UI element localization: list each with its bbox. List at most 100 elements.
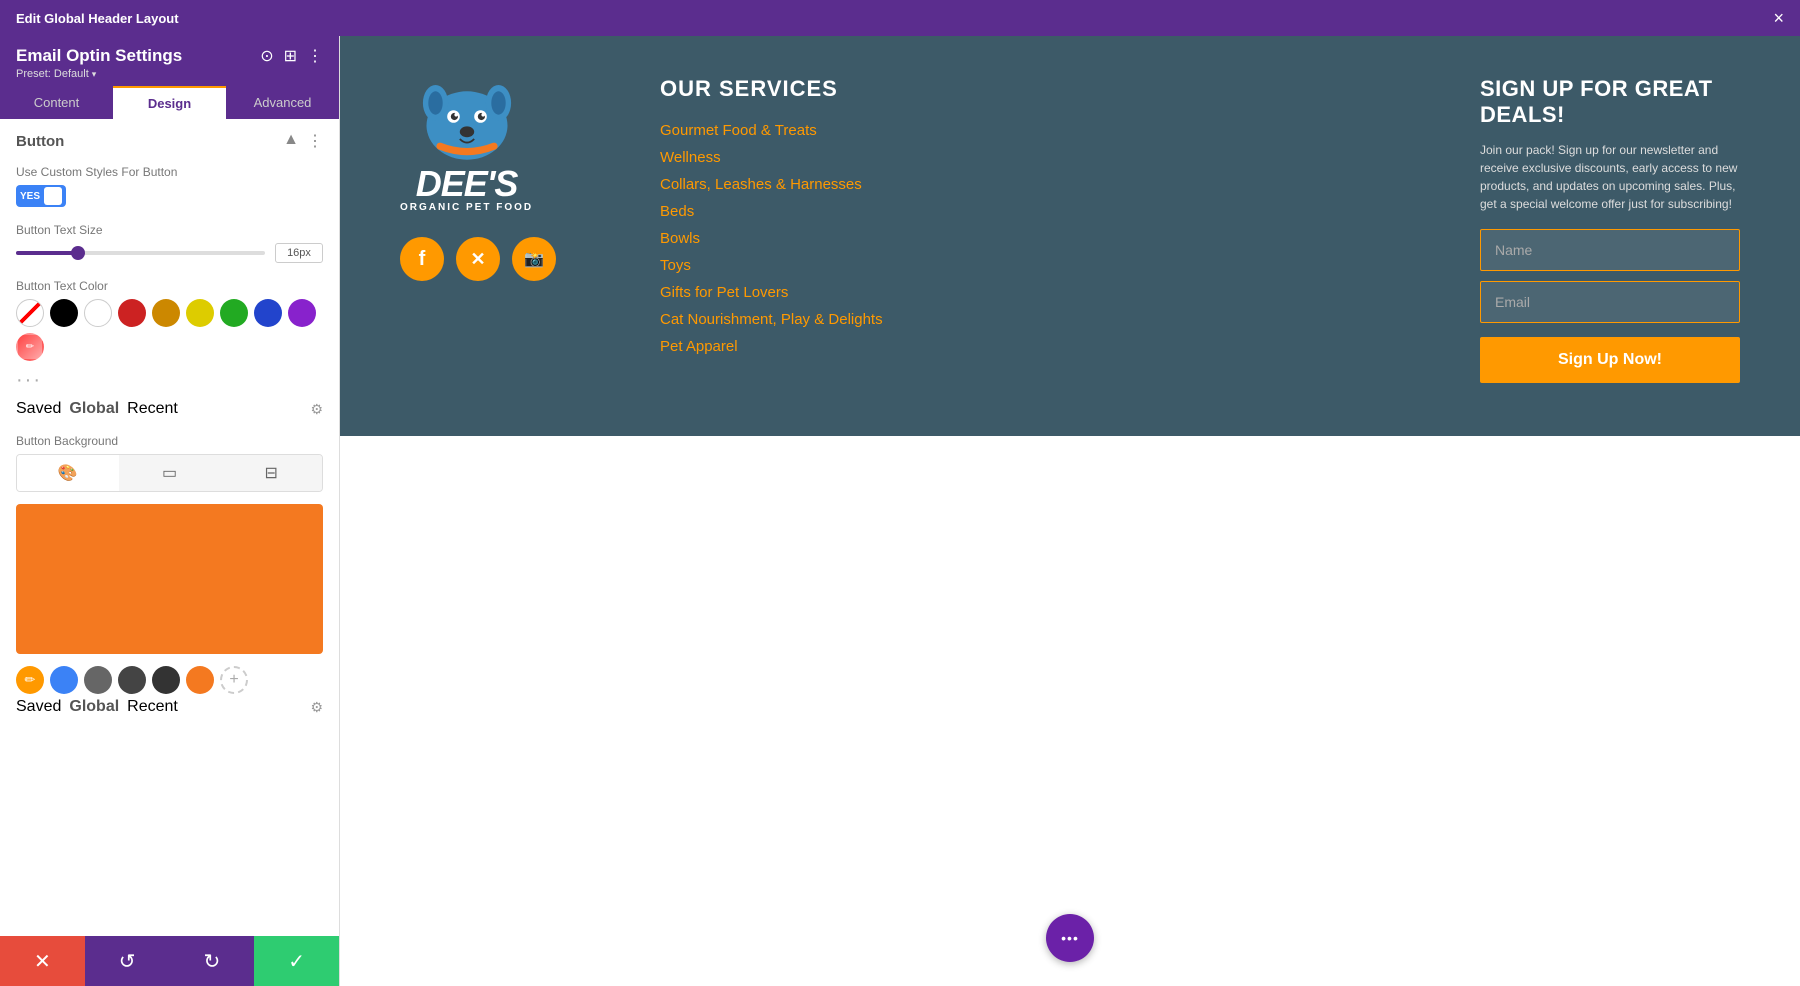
bottom-swatch-gray2[interactable] bbox=[118, 666, 146, 694]
preview-area: Dee's ORGANIC PET FOOD f ✕ 📸 bbox=[340, 36, 1800, 986]
swatch-orange[interactable] bbox=[152, 299, 180, 327]
bg-type-color[interactable]: 🎨 bbox=[17, 455, 119, 491]
custom-styles-toggle[interactable]: YES bbox=[16, 185, 66, 207]
bottom-swatch-gray3[interactable] bbox=[152, 666, 180, 694]
bg-type-selector: 🎨 ▭ ⊟ bbox=[16, 454, 323, 492]
section-collapse-icon[interactable]: ▲ bbox=[283, 131, 299, 151]
service-item-3[interactable]: Collars, Leashes & Harnesses bbox=[660, 176, 1420, 193]
top-bar-close-button[interactable]: × bbox=[1773, 9, 1784, 27]
twitter-icon[interactable]: ✕ bbox=[456, 237, 500, 281]
logo-container: Dee's ORGANIC PET FOOD bbox=[400, 76, 533, 213]
newsletter-description: Join our pack! Sign up for our newslette… bbox=[1480, 141, 1740, 213]
text-color-setting: Button Text Color ✏ ··· bbox=[16, 279, 323, 418]
panel-header-icons: ⊙ ⊞ ⋮ bbox=[260, 46, 323, 66]
service-item-2[interactable]: Wellness bbox=[660, 149, 1420, 166]
top-bar-title: Edit Global Header Layout bbox=[16, 11, 179, 26]
tab-content[interactable]: Content bbox=[0, 86, 113, 119]
slider-row bbox=[16, 243, 323, 263]
custom-styles-setting: Use Custom Styles For Button YES bbox=[16, 165, 323, 207]
section-title-button: Button bbox=[16, 133, 64, 150]
swatch-purple[interactable] bbox=[288, 299, 316, 327]
newsletter-signup-button[interactable]: Sign Up Now! bbox=[1480, 337, 1740, 383]
swatch-green[interactable] bbox=[220, 299, 248, 327]
swatch-transparent[interactable] bbox=[16, 299, 44, 327]
bg-recent-label: Recent bbox=[127, 698, 178, 716]
swatch-blue[interactable] bbox=[254, 299, 282, 327]
left-panel: Email Optin Settings ⊙ ⊞ ⋮ Preset: Defau… bbox=[0, 36, 340, 986]
logo-text: Dee's bbox=[416, 166, 518, 202]
tab-advanced[interactable]: Advanced bbox=[226, 86, 339, 119]
newsletter-email-input[interactable] bbox=[1480, 281, 1740, 323]
service-item-4[interactable]: Beds bbox=[660, 203, 1420, 220]
service-item-1[interactable]: Gourmet Food & Treats bbox=[660, 122, 1420, 139]
bg-label: Button Background bbox=[16, 434, 323, 448]
slider-track[interactable] bbox=[16, 251, 265, 255]
save-button[interactable]: ✓ bbox=[254, 936, 339, 986]
instagram-label: 📸 bbox=[524, 249, 544, 269]
bg-type-gradient[interactable]: ▭ bbox=[119, 455, 221, 491]
tab-design[interactable]: Design bbox=[113, 86, 226, 119]
toggle-wrapper: YES bbox=[16, 185, 323, 207]
newsletter-title: SIGN UP FOR GREAT DEALS! bbox=[1480, 76, 1740, 129]
facebook-icon[interactable]: f bbox=[400, 237, 444, 281]
more-icon-button[interactable]: ⋮ bbox=[307, 46, 323, 66]
slider-value-input[interactable] bbox=[275, 243, 323, 263]
main-layout: Email Optin Settings ⊙ ⊞ ⋮ Preset: Defau… bbox=[0, 36, 1800, 986]
text-color-label: Button Text Color bbox=[16, 279, 323, 293]
bottom-swatch-orange[interactable] bbox=[186, 666, 214, 694]
global-label-text: Global bbox=[69, 400, 119, 418]
bg-saved-label: Saved bbox=[16, 698, 61, 716]
facebook-label: f bbox=[419, 248, 426, 271]
text-size-setting: Button Text Size bbox=[16, 223, 323, 263]
text-size-label: Button Text Size bbox=[16, 223, 323, 237]
toggle-yes-label: YES bbox=[20, 191, 40, 202]
swatch-black[interactable] bbox=[50, 299, 78, 327]
service-item-5[interactable]: Bowls bbox=[660, 230, 1420, 247]
service-item-6[interactable]: Toys bbox=[660, 257, 1420, 274]
bg-color-display[interactable] bbox=[16, 504, 323, 654]
swatch-settings-icon[interactable]: ⚙ bbox=[310, 401, 323, 418]
newsletter-name-input[interactable] bbox=[1480, 229, 1740, 271]
panel-preset[interactable]: Preset: Default ▾ bbox=[16, 68, 323, 80]
recent-label-text: Recent bbox=[127, 400, 178, 418]
preset-label: Preset: Default bbox=[16, 68, 89, 80]
bg-settings-icon[interactable]: ⚙ bbox=[310, 699, 323, 716]
undo-button[interactable]: ↺ bbox=[85, 936, 170, 986]
panel-tabs: Content Design Advanced bbox=[0, 86, 339, 119]
saved-label-text: Saved bbox=[16, 400, 61, 418]
bottom-color-row: ✏ + bbox=[16, 666, 323, 694]
newsletter-section: SIGN UP FOR GREAT DEALS! Join our pack! … bbox=[1480, 76, 1740, 396]
logo-svg bbox=[412, 76, 522, 166]
preset-chevron: ▾ bbox=[92, 69, 97, 80]
service-item-8[interactable]: Cat Nourishment, Play & Delights bbox=[660, 311, 1420, 328]
swatch-pencil[interactable]: ✏ bbox=[16, 333, 44, 361]
section-more-icon[interactable]: ⋮ bbox=[307, 131, 323, 151]
instagram-icon[interactable]: 📸 bbox=[512, 237, 556, 281]
services-list: Gourmet Food & Treats Wellness Collars, … bbox=[660, 122, 1420, 355]
swatch-yellow[interactable] bbox=[186, 299, 214, 327]
twitter-label: ✕ bbox=[470, 249, 485, 270]
swatch-white[interactable] bbox=[84, 299, 112, 327]
layout-icon-button[interactable]: ⊞ bbox=[284, 46, 297, 66]
footer-preview: Dee's ORGANIC PET FOOD f ✕ 📸 bbox=[340, 36, 1800, 436]
target-icon-button[interactable]: ⊙ bbox=[260, 46, 273, 66]
bottom-swatch-gray1[interactable] bbox=[84, 666, 112, 694]
service-item-7[interactable]: Gifts for Pet Lovers bbox=[660, 284, 1420, 301]
panel-header: Email Optin Settings ⊙ ⊞ ⋮ Preset: Defau… bbox=[0, 36, 339, 86]
swatch-red[interactable] bbox=[118, 299, 146, 327]
service-item-9[interactable]: Pet Apparel bbox=[660, 338, 1420, 355]
custom-styles-label: Use Custom Styles For Button bbox=[16, 165, 323, 179]
logo-section: Dee's ORGANIC PET FOOD f ✕ 📸 bbox=[400, 76, 600, 396]
floating-action-button[interactable]: ••• bbox=[1046, 914, 1094, 962]
pencil-color-icon[interactable]: ✏ bbox=[16, 666, 44, 694]
cancel-button[interactable]: ✕ bbox=[0, 936, 85, 986]
slider-fill bbox=[16, 251, 78, 255]
bottom-swatch-blue[interactable] bbox=[50, 666, 78, 694]
panel-body: Button ▲ ⋮ Use Custom Styles For Button … bbox=[0, 119, 339, 936]
redo-button[interactable]: ↻ bbox=[170, 936, 255, 986]
bg-type-pattern[interactable]: ⊟ bbox=[220, 455, 322, 491]
more-dots-text-color[interactable]: ··· bbox=[16, 369, 42, 392]
text-color-swatches: ✏ bbox=[16, 299, 323, 361]
add-swatch-button[interactable]: + bbox=[220, 666, 248, 694]
panel-header-top: Email Optin Settings ⊙ ⊞ ⋮ bbox=[16, 46, 323, 66]
